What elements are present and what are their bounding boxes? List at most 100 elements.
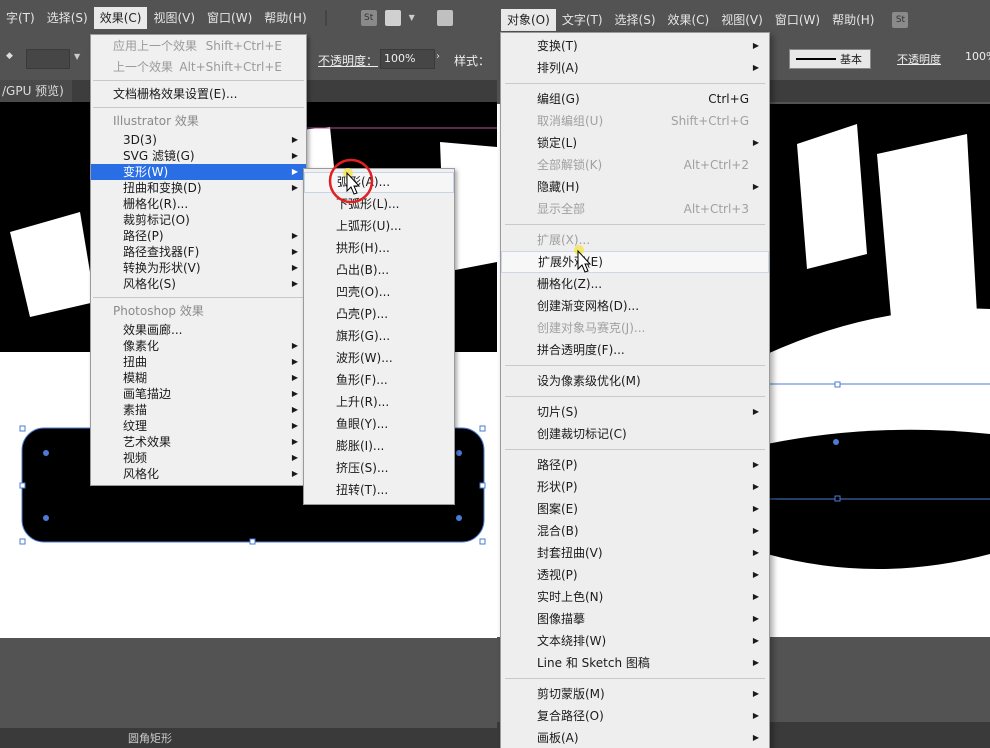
right-menubar: 对象(O) 文字(T) 选择(S) 效果(C) 视图(V) 窗口(W) 帮助(H…: [497, 8, 990, 32]
menu-item-transform[interactable]: 变换(T) ▶: [501, 35, 769, 57]
menu-view[interactable]: 视图(V): [147, 7, 201, 29]
menu-item-arc-upper[interactable]: 上弧形(U)...: [304, 215, 454, 237]
menu-window[interactable]: 窗口(W): [769, 9, 826, 31]
menu-item-stylize[interactable]: 风格化(S) ▶: [91, 276, 306, 292]
menu-item-line-sketch[interactable]: Line 和 Sketch 图稿 ▶: [501, 652, 769, 674]
menu-item-bulge[interactable]: 凸出(B)...: [304, 259, 454, 281]
menu-item-shape[interactable]: 形状(P) ▶: [501, 476, 769, 498]
chevron-down-icon[interactable]: ▼: [74, 52, 80, 61]
menu-item-crop-marks[interactable]: 裁剪标记(O): [91, 212, 306, 228]
menu-type[interactable]: 字(T): [0, 7, 41, 29]
menu-item-svg-filters[interactable]: SVG 滤镜(G) ▶: [91, 148, 306, 164]
menu-item-texture[interactable]: 纹理 ▶: [91, 418, 306, 434]
menu-object[interactable]: 对象(O): [501, 9, 556, 31]
stroke-weight-field[interactable]: [26, 49, 70, 69]
menu-item-trim-marks[interactable]: 创建裁切标记(C): [501, 423, 769, 445]
workspace-grid-icon[interactable]: [384, 10, 401, 26]
opacity-label[interactable]: 不透明度：: [318, 52, 378, 69]
menu-help[interactable]: 帮助(H): [258, 7, 312, 29]
menu-item-rasterize[interactable]: 栅格化(Z)...: [501, 273, 769, 295]
menu-separator: [505, 396, 765, 397]
menu-item-unlock-all[interactable]: 全部解锁(K) Alt+Ctrl+2: [501, 154, 769, 176]
menu-item-fisheye[interactable]: 鱼眼(Y)...: [304, 413, 454, 435]
menu-item-pixelate[interactable]: 像素化 ▶: [91, 338, 306, 354]
menu-item-convert-to-shape[interactable]: 转换为形状(V) ▶: [91, 260, 306, 276]
menu-item-distort-transform[interactable]: 扭曲和变换(D) ▶: [91, 180, 306, 196]
menu-item-video[interactable]: 视频 ▶: [91, 450, 306, 466]
menu-item-apply-last-effect[interactable]: 应用上一个效果 Shift+Ctrl+E: [91, 38, 306, 54]
menu-item-squeeze[interactable]: 挤压(S)...: [304, 457, 454, 479]
menu-item-fish[interactable]: 鱼形(F)...: [304, 369, 454, 391]
menu-select[interactable]: 选择(S): [609, 9, 662, 31]
menu-item-ungroup[interactable]: 取消编组(U) Shift+Ctrl+G: [501, 110, 769, 132]
menu-item-warp[interactable]: 变形(W) ▶: [91, 164, 306, 180]
menu-item-arch[interactable]: 拱形(H)...: [304, 237, 454, 259]
menu-item-object-mosaic[interactable]: 创建对象马赛克(J)...: [501, 317, 769, 339]
menu-item-gradient-mesh[interactable]: 创建渐变网格(D)...: [501, 295, 769, 317]
menu-item-3d[interactable]: 3D(3) ▶: [91, 132, 306, 148]
menu-item-brush-strokes[interactable]: 画笔描边 ▶: [91, 386, 306, 402]
selection-handle[interactable]: [834, 495, 841, 502]
menu-window[interactable]: 窗口(W): [201, 7, 258, 29]
menu-item-stylize-ps[interactable]: 风格化 ▶: [91, 466, 306, 482]
menu-item-compound-path[interactable]: 复合路径(O) ▶: [501, 705, 769, 727]
menu-item-twist[interactable]: 扭转(T)...: [304, 479, 454, 501]
menu-effect[interactable]: 效果(C): [662, 9, 716, 31]
opacity-label[interactable]: 不透明度: [897, 51, 941, 67]
menu-item-artistic[interactable]: 艺术效果 ▶: [91, 434, 306, 450]
item-label: 实时上色(N): [537, 590, 604, 604]
menu-item-pathfinder[interactable]: 路径查找器(F) ▶: [91, 244, 306, 260]
menu-item-perspective[interactable]: 透视(P) ▶: [501, 564, 769, 586]
menu-item-clipping-mask[interactable]: 剪切蒙版(M) ▶: [501, 683, 769, 705]
document-tab[interactable]: /GPU 预览): [0, 80, 72, 102]
opacity-value[interactable]: 100%: [965, 50, 990, 63]
opacity-field[interactable]: 100%: [380, 49, 435, 69]
menu-item-blend[interactable]: 混合(B) ▶: [501, 520, 769, 542]
stock-badge-icon[interactable]: St: [360, 10, 377, 26]
menu-item-rasterize[interactable]: 栅格化(R)...: [91, 196, 306, 212]
menu-item-document-raster-settings[interactable]: 文档栅格效果设置(E)...: [91, 86, 306, 102]
menu-item-envelope-distort[interactable]: 封套扭曲(V) ▶: [501, 542, 769, 564]
menu-item-image-trace[interactable]: 图像描摹 ▶: [501, 608, 769, 630]
menu-item-flag[interactable]: 旗形(G)...: [304, 325, 454, 347]
menu-item-slice[interactable]: 切片(S) ▶: [501, 401, 769, 423]
menu-item-rise[interactable]: 上升(R)...: [304, 391, 454, 413]
menu-type[interactable]: 文字(T): [556, 9, 609, 31]
menu-help[interactable]: 帮助(H): [826, 9, 880, 31]
menu-item-sketch[interactable]: 素描 ▶: [91, 402, 306, 418]
selection-handle[interactable]: [834, 381, 841, 388]
stock-badge-icon[interactable]: St: [892, 12, 909, 28]
menu-item-path[interactable]: 路径(P) ▶: [501, 454, 769, 476]
menu-item-text-wrap[interactable]: 文本绕排(W) ▶: [501, 630, 769, 652]
menu-item-last-effect[interactable]: 上一个效果 Alt+Shift+Ctrl+E: [91, 59, 306, 75]
menu-item-pixel-perfect[interactable]: 设为像素级优化(M): [501, 370, 769, 392]
menu-item-wave[interactable]: 波形(W)...: [304, 347, 454, 369]
item-label: 扭曲: [123, 355, 148, 369]
menu-item-lock[interactable]: 锁定(L) ▶: [501, 132, 769, 154]
menu-item-inflate[interactable]: 膨胀(I)...: [304, 435, 454, 457]
menu-item-show-all[interactable]: 显示全部 Alt+Ctrl+3: [501, 198, 769, 220]
menu-effect[interactable]: 效果(C): [93, 7, 148, 29]
menu-item-effect-gallery[interactable]: 效果画廊...: [91, 322, 306, 338]
menu-select[interactable]: 选择(S): [41, 7, 94, 29]
menu-item-expand[interactable]: 扩展(X)...: [501, 229, 769, 251]
dropdown-icon[interactable]: ▼: [409, 10, 425, 26]
menu-item-live-paint[interactable]: 实时上色(N) ▶: [501, 586, 769, 608]
menu-item-pattern[interactable]: 图案(E) ▶: [501, 498, 769, 520]
menu-item-group[interactable]: 编组(G) Ctrl+G: [501, 88, 769, 110]
chevron-right-icon[interactable]: ›: [436, 51, 440, 62]
menu-item-path[interactable]: 路径(P) ▶: [91, 228, 306, 244]
menu-item-distort[interactable]: 扭曲 ▶: [91, 354, 306, 370]
menu-item-flatten-transparency[interactable]: 拼合透明度(F)...: [501, 339, 769, 361]
menu-item-shell-upper[interactable]: 凸壳(P)...: [304, 303, 454, 325]
menu-item-artboards[interactable]: 画板(A) ▶: [501, 727, 769, 748]
menu-view[interactable]: 视图(V): [715, 9, 769, 31]
menu-item-blur[interactable]: 模糊 ▶: [91, 370, 306, 386]
stepper-icon[interactable]: ◆: [6, 51, 13, 61]
stroke-profile-field[interactable]: 基本: [789, 49, 871, 69]
menu-item-hide[interactable]: 隐藏(H) ▶: [501, 176, 769, 198]
menu-item-arrange[interactable]: 排列(A) ▶: [501, 57, 769, 79]
menu-item-shell-lower[interactable]: 凹壳(O)...: [304, 281, 454, 303]
brush-tool-icon[interactable]: [436, 10, 453, 26]
menu-item-expand-appearance[interactable]: 扩展外观(E): [501, 251, 769, 273]
